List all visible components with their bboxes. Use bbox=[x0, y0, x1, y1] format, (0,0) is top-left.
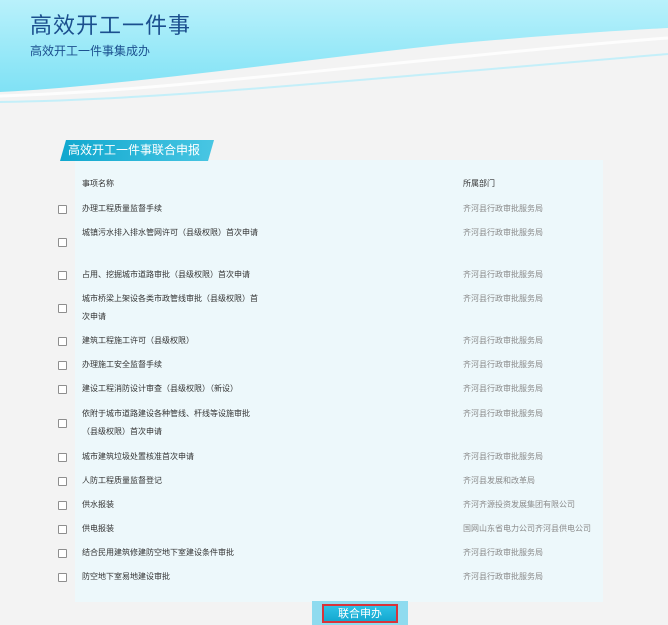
item-department: 齐河县发展和改革局 bbox=[463, 476, 535, 485]
page-title: 高效开工一件事 bbox=[30, 14, 192, 39]
row-checkbox[interactable] bbox=[58, 304, 67, 313]
item-name: 办理工程质量监督手续 bbox=[82, 204, 162, 213]
row-checkbox[interactable] bbox=[58, 525, 67, 534]
item-name: 人防工程质量监督登记 bbox=[82, 476, 162, 485]
row-checkbox[interactable] bbox=[58, 385, 67, 394]
row-checkbox[interactable] bbox=[58, 453, 67, 462]
column-header-dept: 所属部门 bbox=[463, 179, 495, 188]
item-name: 城市建筑垃圾处置核准首次申请 bbox=[82, 452, 194, 461]
item-name: 防空地下室易地建设审批 bbox=[82, 572, 170, 581]
row-checkbox[interactable] bbox=[58, 271, 67, 280]
item-department: 齐河县行政审批服务局 bbox=[463, 294, 543, 303]
item-department: 齐河县行政审批服务局 bbox=[463, 548, 543, 557]
submit-area: 联合申办 bbox=[312, 601, 408, 625]
item-department: 齐河县行政审批服务局 bbox=[463, 336, 543, 345]
row-checkbox[interactable] bbox=[58, 477, 67, 486]
item-name: 办理施工安全监督手续 bbox=[82, 360, 162, 369]
row-checkbox[interactable] bbox=[58, 238, 67, 247]
item-department: 齐河齐源投资发展集团有限公司 bbox=[463, 500, 575, 509]
item-department: 齐河县行政审批服务局 bbox=[463, 384, 543, 393]
row-checkbox[interactable] bbox=[58, 361, 67, 370]
row-checkbox[interactable] bbox=[58, 501, 67, 510]
item-department: 齐河县行政审批服务局 bbox=[463, 572, 543, 581]
item-name: 建设工程消防设计审查（县级权限）（新设） bbox=[82, 384, 238, 393]
item-name: 建筑工程施工许可（县级权限） bbox=[82, 336, 194, 345]
row-checkbox[interactable] bbox=[58, 419, 67, 428]
row-checkbox[interactable] bbox=[58, 205, 67, 214]
page-subtitle: 高效开工一件事集成办 bbox=[30, 44, 151, 58]
item-name: 城镇污水排入排水管网许可（县级权限）首次申请 bbox=[82, 228, 258, 237]
item-department: 齐河县行政审批服务局 bbox=[463, 409, 543, 418]
item-department: 国网山东省电力公司齐河县供电公司 bbox=[463, 524, 591, 533]
item-department: 齐河县行政审批服务局 bbox=[463, 228, 543, 237]
item-name: 依附于城市道路建设各种管线、杆线等设施审批（县级权限）首次申请 bbox=[82, 409, 250, 436]
item-name: 占用、挖掘城市道路审批（县级权限）首次申请 bbox=[82, 270, 250, 279]
item-name: 结合民用建筑修建防空地下室建设条件审批 bbox=[82, 548, 234, 557]
row-checkbox[interactable] bbox=[58, 337, 67, 346]
item-name: 城市桥梁上架设各类市政管线审批（县级权限）首次申请 bbox=[82, 294, 258, 321]
column-header-name: 事项名称 bbox=[82, 179, 114, 188]
row-checkbox[interactable] bbox=[58, 573, 67, 582]
item-department: 齐河县行政审批服务局 bbox=[463, 204, 543, 213]
item-department: 齐河县行政审批服务局 bbox=[463, 270, 543, 279]
item-name: 供水报装 bbox=[82, 500, 114, 509]
item-department: 齐河县行政审批服务局 bbox=[463, 360, 543, 369]
row-checkbox[interactable] bbox=[58, 549, 67, 558]
joint-apply-button[interactable]: 联合申办 bbox=[322, 604, 398, 623]
item-name: 供电报装 bbox=[82, 524, 114, 533]
item-department: 齐河县行政审批服务局 bbox=[463, 452, 543, 461]
page-banner: 高效开工一件事 高效开工一件事集成办 bbox=[0, 0, 668, 120]
section-title-tab: 高效开工一件事联合申报 bbox=[60, 140, 214, 161]
